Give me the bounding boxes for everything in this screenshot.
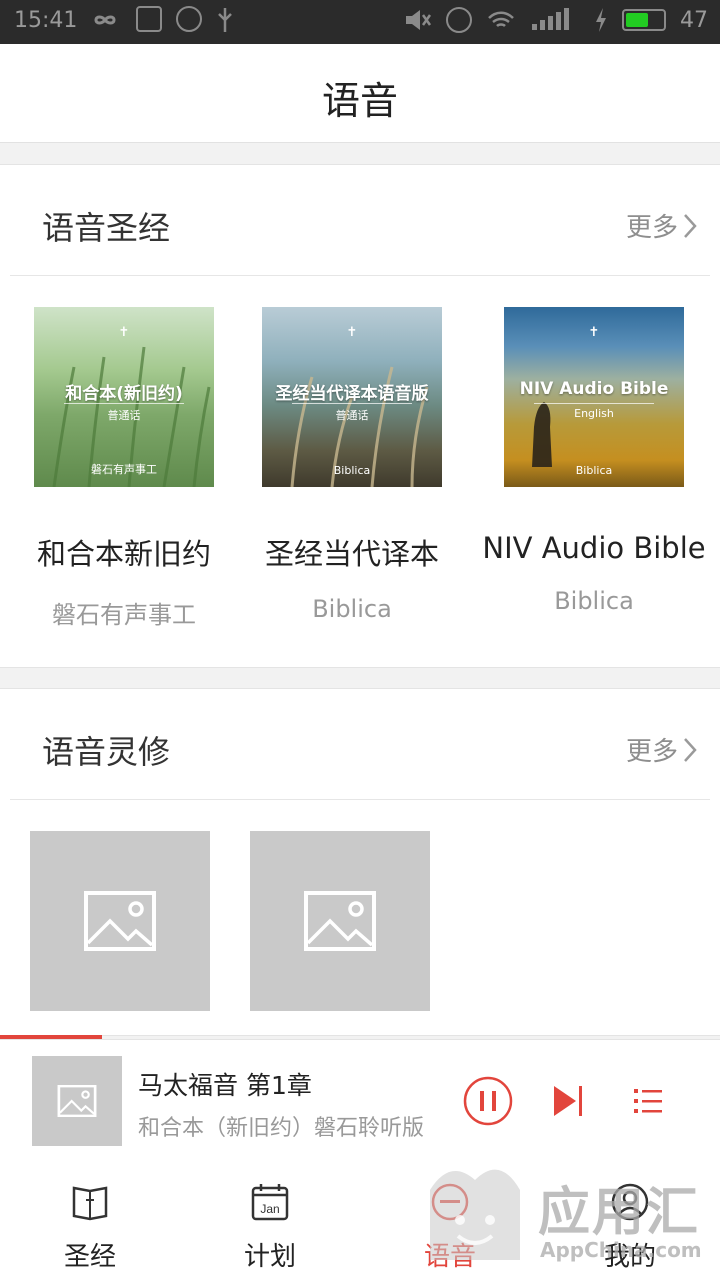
status-left-icons: [88, 6, 234, 34]
divider: [10, 799, 710, 800]
more-link[interactable]: 更多: [626, 731, 698, 768]
album-name: 和合本新旧约: [36, 537, 211, 571]
album-cover[interactable]: ✝ 和合本(新旧约) 普通话 磐石有声事工: [34, 307, 214, 487]
cover-publisher: 磐石有声事工: [91, 463, 157, 476]
cover-publisher: Biblica: [333, 464, 371, 477]
audio-bible-section: 语音圣经 更多 ✝ 和合本(新旧约) 普通话 磐石有声事工 和合本新旧约 磐石有…: [0, 164, 720, 668]
image-placeholder-icon: [304, 891, 376, 951]
player-track-title: 马太福音 第1章: [138, 1071, 312, 1100]
section-title: 语音灵修: [42, 733, 171, 771]
cover-cross: ✝: [118, 325, 130, 340]
cover-cross: ✝: [346, 325, 358, 340]
tab-label: 计划: [243, 1242, 296, 1272]
signal-icon: [532, 8, 569, 30]
player-thumbnail: [32, 1056, 122, 1146]
cover-title: 和合本(新旧约): [65, 384, 183, 404]
cover-subtitle: 普通话: [107, 409, 141, 422]
next-track-icon[interactable]: [552, 1084, 584, 1118]
album-card[interactable]: ✝ 和合本(新旧约) 普通话 磐石有声事工 和合本新旧约 磐石有声事工: [14, 307, 234, 630]
page-header: 语音: [0, 44, 720, 143]
pause-icon[interactable]: [463, 1076, 513, 1126]
album-publisher: 磐石有声事工: [52, 601, 196, 629]
tab-bible[interactable]: 圣经: [0, 1160, 180, 1280]
status-bar: 15:41 47: [0, 0, 720, 44]
album-name: NIV Audio Bible: [482, 531, 706, 565]
calendar-icon-text: Jan: [260, 1202, 279, 1216]
album-cover[interactable]: ✝ NIV Audio Bible English Biblica: [504, 307, 684, 487]
charging-icon: [596, 8, 606, 32]
tab-label: 圣经: [63, 1242, 116, 1272]
cover-title: NIV Audio Bible: [519, 379, 669, 399]
wifi-icon: [488, 11, 514, 27]
album-card[interactable]: ✝ NIV Audio Bible English Biblica NIV Au…: [476, 307, 712, 615]
tab-me[interactable]: 我的: [540, 1160, 720, 1280]
tab-plan[interactable]: Jan 计划: [180, 1160, 360, 1280]
album-card[interactable]: ✝ 圣经当代译本语音版 普通话 Biblica 圣经当代译本 Biblica: [242, 307, 462, 623]
battery-level: 47: [680, 7, 708, 33]
cover-publisher: Biblica: [575, 464, 613, 477]
alarm-icon: [446, 7, 472, 33]
status-time: 15:41: [14, 8, 78, 33]
album-publisher: Biblica: [554, 587, 634, 615]
playlist-icon[interactable]: [632, 1086, 664, 1116]
more-label: 更多: [625, 737, 678, 767]
divider: [10, 275, 710, 276]
devotion-item[interactable]: [30, 831, 210, 1011]
album-name: 圣经当代译本: [264, 537, 439, 571]
usb-icon: [218, 8, 232, 32]
player-track-subtitle: 和合本（新旧约）磐石聆听版: [138, 1116, 425, 1141]
album-publisher: Biblica: [312, 595, 392, 623]
mini-player[interactable]: 马太福音 第1章 和合本（新旧约）磐石聆听版: [0, 1039, 720, 1161]
bottom-tab-bar: 圣经 Jan 计划 语音 我的: [0, 1160, 720, 1280]
more-label: 更多: [625, 213, 678, 243]
album-cover[interactable]: ✝ 圣经当代译本语音版 普通话 Biblica: [262, 307, 442, 487]
cover-subtitle: 普通话: [335, 409, 369, 422]
cover-divider: [534, 403, 654, 404]
chevron-right-icon: [684, 737, 697, 762]
audio-devotion-section: 语音灵修 更多: [0, 688, 720, 1036]
cover-divider: [292, 403, 412, 404]
tab-audio[interactable]: 语音: [360, 1160, 540, 1280]
battery-icon: [622, 9, 666, 31]
tab-label: 我的: [603, 1242, 656, 1272]
image-placeholder-icon: [84, 891, 156, 951]
mute-icon: [406, 10, 432, 30]
infinity-icon: [94, 15, 116, 25]
cover-title: 圣经当代译本语音版: [275, 384, 429, 404]
bible-book-icon: [72, 1186, 108, 1221]
image-notification-icon: [136, 6, 162, 32]
devotion-item[interactable]: [250, 831, 430, 1011]
audio-devotion-header: 语音灵修 更多: [0, 689, 720, 799]
cover-cross: ✝: [588, 325, 600, 340]
audio-bible-header: 语音圣经 更多: [0, 165, 720, 275]
chevron-right-icon: [684, 213, 697, 238]
profile-icon: [611, 1183, 649, 1221]
check-circle-icon: [176, 6, 202, 32]
cover-divider: [64, 403, 184, 404]
image-placeholder-icon: [57, 1085, 97, 1117]
cover-subtitle: English: [574, 407, 614, 420]
more-link[interactable]: 更多: [626, 207, 698, 244]
section-title: 语音圣经: [42, 209, 171, 247]
status-right-icons: 47: [402, 6, 708, 34]
calendar-icon: Jan: [251, 1184, 289, 1221]
audio-icon: [431, 1183, 469, 1221]
tab-label: 语音: [423, 1242, 476, 1272]
page-title: 语音: [321, 79, 398, 123]
